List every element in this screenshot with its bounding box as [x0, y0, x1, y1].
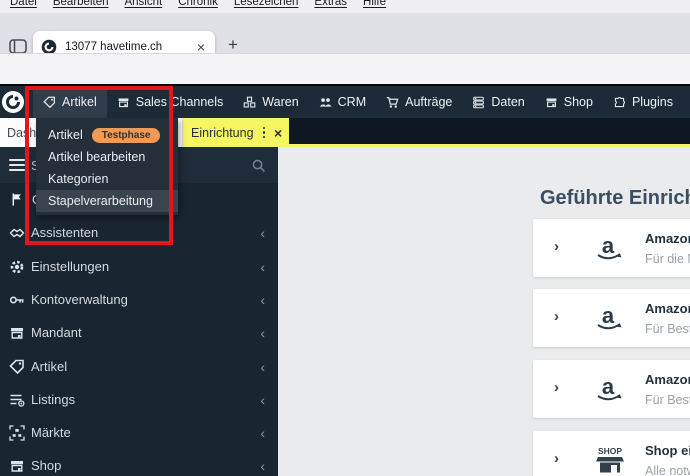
- puzzle-icon: [613, 96, 626, 109]
- tab-close-icon[interactable]: ×: [274, 125, 282, 141]
- card-subtitle: Alle notw: [645, 464, 690, 476]
- sidebar-item-artikel[interactable]: Artikel ‹: [0, 350, 278, 383]
- card-title: Amazon F: [645, 372, 690, 387]
- chevron-collapse-icon[interactable]: ‹: [260, 359, 265, 375]
- page-title: Geführte Einrichtung: [540, 187, 690, 210]
- chevron-collapse-icon[interactable]: ‹: [260, 458, 265, 474]
- network-icon: [9, 425, 25, 441]
- topnav-item-crm[interactable]: CRM: [309, 86, 376, 118]
- menu-bearbeiten[interactable]: Bearbeiten: [53, 0, 109, 8]
- sidebar-item-label: Kontoverwaltung: [31, 292, 128, 307]
- sidebar-item-kontoverwaltung[interactable]: Kontoverwaltung ‹: [0, 283, 278, 316]
- card-subtitle: Für Beste: [645, 393, 690, 407]
- tab-menu-icon[interactable]: [261, 127, 268, 139]
- topnav-item-automatisierung[interactable]: Automatisierung: [683, 86, 690, 118]
- shop-icon: [9, 458, 25, 474]
- sidebar-item-label: Märkte: [31, 425, 71, 440]
- firefox-view-icon[interactable]: [9, 39, 27, 54]
- amazon-logo-icon: [593, 233, 627, 263]
- topnav-item-waren[interactable]: Waren: [233, 86, 308, 118]
- menu-chronik[interactable]: Chronik: [178, 0, 218, 8]
- topnav-item-shop[interactable]: Shop: [535, 86, 603, 118]
- card-subtitle: Für Beste: [645, 322, 690, 336]
- setup-card-amazon-3[interactable]: › Amazon F Für Beste: [533, 360, 690, 418]
- topnav-label: Aufträge: [405, 95, 452, 109]
- card-title: Amazon F: [645, 231, 690, 246]
- sidebar-item-label: Einstellungen: [31, 259, 109, 274]
- chevron-collapse-icon[interactable]: ‹: [260, 225, 265, 241]
- topnav-label: Waren: [262, 95, 298, 109]
- tab-einrichtung[interactable]: Einrichtung ×: [183, 118, 289, 147]
- sidebar-item-label: Artikel: [31, 359, 67, 374]
- sidebar-item-shop[interactable]: Shop ‹: [0, 449, 278, 476]
- flag-icon: [10, 192, 25, 207]
- sidebar-item-label: Shop: [31, 458, 61, 473]
- chevron-collapse-icon[interactable]: ‹: [260, 425, 265, 441]
- cart-icon: [386, 96, 399, 109]
- plentysystems-logo[interactable]: [0, 88, 28, 116]
- sidebar-item-einstellungen[interactable]: Einstellungen ‹: [0, 250, 278, 283]
- menu-datei[interactable]: Datei: [10, 0, 37, 8]
- expand-chevron-icon[interactable]: ›: [554, 450, 559, 467]
- sidebar-item-label: Mandant: [31, 325, 82, 340]
- topnav-label: Daten: [491, 95, 524, 109]
- expand-chevron-icon[interactable]: ›: [554, 308, 559, 325]
- topnav-label: Shop: [564, 95, 593, 109]
- menu-extras[interactable]: Extras: [314, 0, 347, 8]
- browser-tab-title: 13077 havetime.ch: [65, 41, 195, 53]
- screen: Datei Bearbeiten Ansicht Chronik Lesezei…: [0, 0, 690, 476]
- people-icon: [319, 96, 332, 109]
- menu-hilfe[interactable]: Hilfe: [363, 0, 386, 8]
- hamburger-icon[interactable]: [9, 159, 25, 171]
- menu-ansicht[interactable]: Ansicht: [124, 0, 162, 8]
- topnav-item-daten[interactable]: Daten: [462, 86, 534, 118]
- tab-einrichtung-label: Einrichtung: [191, 126, 254, 140]
- topnav-item-plugins[interactable]: Plugins: [603, 86, 683, 118]
- sidebar-item-label: Listings: [31, 392, 75, 407]
- database-icon: [472, 96, 485, 109]
- card-title: Shop einr: [645, 443, 690, 458]
- shopfront-icon: [593, 445, 627, 475]
- list-icon: [9, 392, 25, 408]
- tag-icon: [9, 359, 25, 375]
- chevron-collapse-icon[interactable]: ‹: [260, 325, 265, 341]
- card-title: Amazon N: [645, 301, 690, 316]
- sidebar-item-listings[interactable]: Listings ‹: [0, 383, 278, 416]
- sidebar-item-maerkte[interactable]: Märkte ‹: [0, 416, 278, 449]
- storefront-icon: [9, 325, 25, 341]
- amazon-logo-icon: [593, 303, 627, 333]
- topnav-label: Plugins: [632, 95, 673, 109]
- expand-chevron-icon[interactable]: ›: [554, 379, 559, 396]
- chevron-collapse-icon[interactable]: ‹: [260, 392, 265, 408]
- gear-icon: [9, 259, 25, 275]
- browser-tabstrip: 13077 havetime.ch × +: [0, 13, 690, 53]
- red-highlight-rectangle: [25, 86, 173, 245]
- menu-lesezeichen[interactable]: Lesezeichen: [234, 0, 299, 8]
- setup-card-amazon-2[interactable]: › Amazon N Für Beste: [533, 289, 690, 347]
- shop-icon: [545, 96, 558, 109]
- card-subtitle: Für die Nu: [645, 252, 690, 266]
- sidebar-item-mandant[interactable]: Mandant ‹: [0, 316, 278, 349]
- search-icon[interactable]: [251, 158, 266, 173]
- handshake-icon: [9, 225, 25, 241]
- new-tab-button[interactable]: +: [228, 35, 238, 55]
- topnav-item-auftraege[interactable]: Aufträge: [376, 86, 462, 118]
- setup-card-shop[interactable]: › Shop einr Alle notw: [533, 431, 690, 476]
- browser-urlbar: ← → ↻ p13077.my.plentysystems.com/plenty…: [0, 53, 690, 84]
- chevron-collapse-icon[interactable]: ‹: [260, 259, 265, 275]
- boxes-icon: [243, 96, 256, 109]
- topnav-label: CRM: [338, 95, 366, 109]
- chevron-collapse-icon[interactable]: ‹: [260, 292, 265, 308]
- browser-menubar: Datei Bearbeiten Ansicht Chronik Lesezei…: [0, 0, 690, 13]
- setup-card-amazon-1[interactable]: › Amazon F Für die Nu: [533, 219, 690, 277]
- expand-chevron-icon[interactable]: ›: [554, 238, 559, 255]
- amazon-logo-icon: [593, 374, 627, 404]
- key-icon: [9, 292, 25, 308]
